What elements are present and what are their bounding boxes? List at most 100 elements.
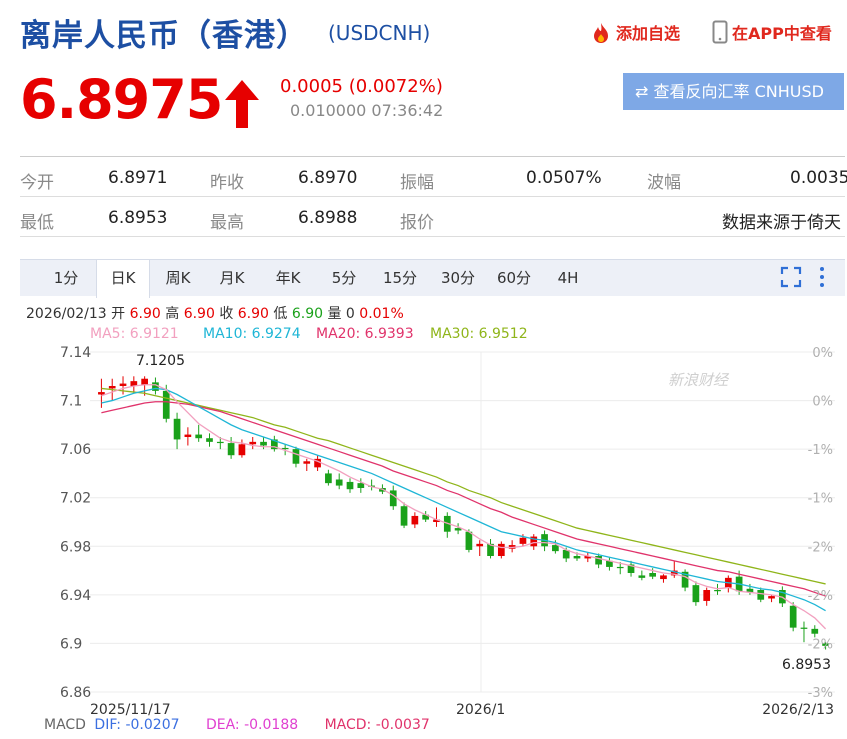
- tab-60min[interactable]: 60分: [490, 260, 538, 296]
- y-tick-label: 7.02: [60, 491, 91, 507]
- volume-value: 0: [345, 306, 355, 322]
- period-tabs: 1分 日K 周K 月K 年K 5分 15分 30分 60分 4H: [20, 259, 845, 298]
- flame-icon: [594, 23, 608, 43]
- candle-body: [703, 590, 711, 601]
- open-label: 开: [111, 306, 126, 322]
- stat-label: 最高: [210, 213, 244, 233]
- candle-body: [552, 545, 559, 552]
- right-tick-label: 0%: [812, 346, 833, 361]
- candle-body: [260, 441, 267, 446]
- candle-body: [465, 531, 473, 550]
- y-tick-label: 7.14: [60, 345, 91, 361]
- macd-value: MACD: -0.0037: [324, 717, 430, 733]
- candle-body: [119, 383, 127, 386]
- candle-body: [692, 585, 700, 603]
- candle-body: [811, 628, 819, 634]
- candle-body: [497, 543, 505, 556]
- y-tick-label: 6.9: [60, 636, 82, 652]
- stat-value: 数据来源于倚天: [722, 213, 841, 233]
- tab-4h[interactable]: 4H: [548, 260, 588, 296]
- y-tick-label: 6.98: [60, 539, 91, 555]
- candle-body: [249, 441, 257, 445]
- phone-icon: [712, 20, 728, 44]
- stat-value: 6.8970: [298, 168, 358, 188]
- candle-body: [476, 543, 484, 547]
- stat-label: 波幅: [647, 173, 681, 193]
- candle-body: [660, 575, 667, 580]
- x-tick-label: 2025/11/17: [90, 702, 171, 717]
- candle-body: [519, 537, 527, 544]
- stat-label: 振幅: [400, 173, 434, 193]
- candle-body: [768, 596, 775, 599]
- candle-body: [800, 627, 808, 629]
- quote-row: 6.8975 0.0005 (0.0072%) 0.010000 07:36:4…: [20, 66, 847, 146]
- view-in-app-button[interactable]: 在APP中查看: [712, 20, 832, 44]
- ma30-line: [101, 387, 826, 585]
- stats-row: 最低 6.8953 最高 6.8988 报价 数据来源于倚天: [20, 197, 845, 237]
- tab-5min[interactable]: 5分: [324, 260, 364, 296]
- candle-body: [238, 444, 246, 456]
- tab-15min[interactable]: 15分: [376, 260, 424, 296]
- tab-yearly[interactable]: 年K: [266, 260, 310, 296]
- view-in-app-label: 在APP中查看: [732, 24, 832, 43]
- candle-body: [162, 390, 170, 419]
- candle-body: [98, 392, 105, 395]
- macd-dif: DIF: -0.0207: [94, 717, 180, 733]
- ohlc-date: 2026/02/13: [26, 306, 107, 322]
- volume-label: 量: [327, 306, 342, 322]
- stat-label: 昨收: [210, 173, 244, 193]
- tab-30min[interactable]: 30分: [434, 260, 482, 296]
- add-watchlist-button[interactable]: 添加自选: [590, 20, 680, 44]
- stat-label: 今开: [20, 173, 54, 193]
- right-tick-label: -3%: [808, 686, 833, 701]
- add-watchlist-label: 添加自选: [616, 24, 681, 43]
- candle-body: [184, 434, 192, 437]
- candle-body: [108, 386, 116, 389]
- stat-value: 6.8988: [298, 208, 358, 228]
- low-label: 低: [273, 306, 288, 322]
- candle-body: [216, 441, 224, 444]
- close-label: 收: [219, 306, 234, 322]
- right-tick-label: -2%: [808, 589, 833, 604]
- reverse-rate-button[interactable]: ⇄ 查看反向汇率 CNHUSD: [623, 73, 844, 110]
- current-price: 6.8975: [20, 68, 223, 131]
- x-tick-label: 2026/2/13: [762, 702, 834, 717]
- stat-label: 报价: [400, 213, 434, 233]
- candle-body: [616, 566, 624, 569]
- y-tick-label: 7.1: [60, 394, 82, 410]
- min-price-label: 6.8953: [782, 657, 831, 673]
- y-tick-label: 6.86: [60, 685, 91, 701]
- candle-body: [389, 490, 397, 507]
- stat-value: 6.8971: [108, 168, 168, 188]
- ohlc-info: 2026/02/13 开 6.90 高 6.90 收 6.90 低 6.90 量…: [26, 303, 404, 323]
- right-tick-label: -2%: [808, 540, 833, 555]
- right-tick-label: -1%: [808, 443, 833, 458]
- fullscreen-icon[interactable]: [780, 266, 802, 288]
- high-value: 6.90: [183, 306, 215, 322]
- candle-body: [206, 438, 213, 442]
- candle-body: [789, 605, 797, 628]
- tab-monthly[interactable]: 月K: [210, 260, 254, 296]
- ma5-line: [101, 384, 827, 630]
- more-icon[interactable]: [818, 266, 826, 288]
- stat-value: 0.0507%: [526, 168, 602, 188]
- candles: [98, 376, 829, 650]
- candle-body: [346, 481, 354, 490]
- candlestick-chart[interactable]: 新浪财经 7.14 0% 7.1 0% 7.06 -1% 7.02 -1% 6.98 -2% 6.9…: [0, 340, 847, 717]
- candle-body: [411, 515, 419, 525]
- stats-row: 今开 6.8971 昨收 6.8970 振幅 0.0507% 波幅 0.0035: [20, 157, 847, 197]
- close-value: 6.90: [237, 306, 269, 322]
- candle-body: [335, 479, 343, 486]
- macd-title: MACD: [44, 717, 86, 733]
- x-tick-label: 2026/1: [456, 702, 505, 717]
- up-arrow-icon: [225, 80, 259, 128]
- candle-body: [638, 575, 646, 578]
- right-tick-label: -1%: [808, 492, 833, 507]
- open-value: 6.90: [129, 306, 161, 322]
- tab-1min[interactable]: 1分: [46, 260, 86, 296]
- stat-value: 6.8953: [108, 208, 168, 228]
- price-change: 0.0005 (0.0072%): [280, 76, 443, 97]
- tab-daily[interactable]: 日K: [96, 260, 150, 298]
- low-value: 6.90: [291, 306, 324, 322]
- tab-weekly[interactable]: 周K: [156, 260, 200, 296]
